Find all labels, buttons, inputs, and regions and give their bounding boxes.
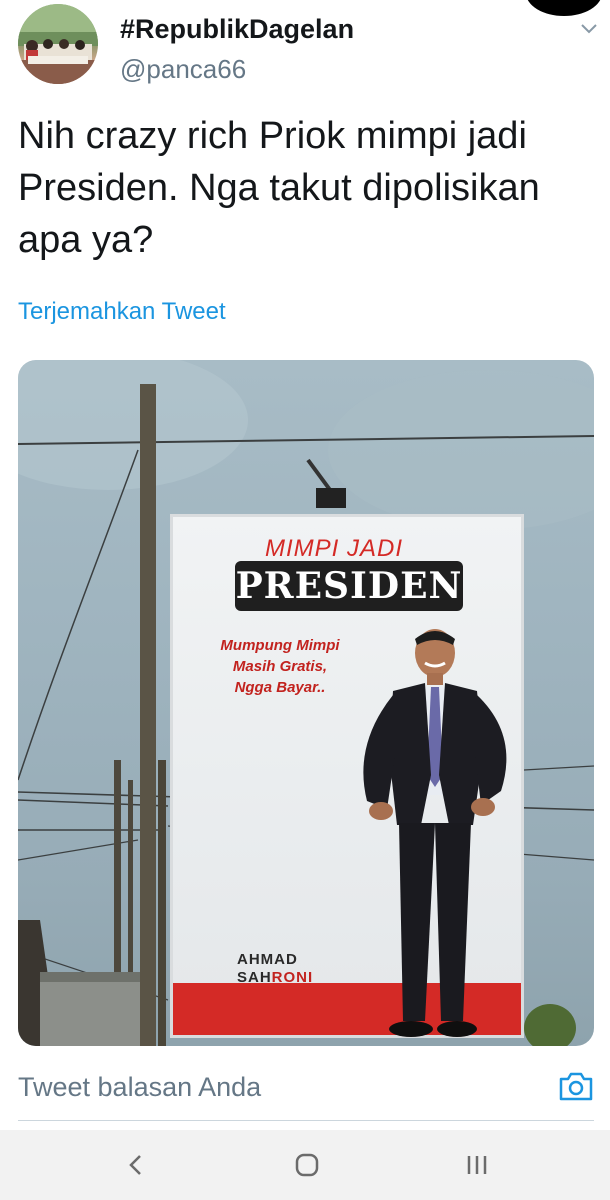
display-name[interactable]: #RepublikDagelan — [120, 14, 354, 45]
reply-bar: Tweet balasan Anda — [0, 1048, 610, 1130]
back-icon[interactable] — [122, 1150, 152, 1180]
billboard-name: AHMAD SAHRONI — [237, 951, 313, 987]
chevron-down-icon[interactable] — [580, 22, 598, 36]
reply-input[interactable]: Tweet balasan Anda — [18, 1072, 261, 1103]
camera-icon[interactable] — [558, 1070, 594, 1102]
translate-tweet-link[interactable]: Terjemahkan Tweet — [18, 298, 226, 326]
avatar[interactable] — [18, 4, 98, 84]
tweet-detail-screen: #RepublikDagelan @panca66 Nih crazy rich… — [0, 0, 610, 1200]
name-last-b: RONI — [271, 969, 314, 986]
tweet-header: #RepublikDagelan @panca66 — [18, 4, 598, 88]
tweet-text: Nih crazy rich Priok mimpi jadi Presiden… — [18, 115, 540, 261]
tweet-image[interactable]: MIMPI JADI PRESIDEN Mumpung Mimpi Masih … — [18, 360, 594, 1046]
divider — [18, 1120, 594, 1121]
user-handle[interactable]: @panca66 — [120, 54, 246, 85]
home-icon[interactable] — [292, 1150, 322, 1180]
name-last-a: SAH — [237, 969, 272, 986]
billboard: MIMPI JADI PRESIDEN Mumpung Mimpi Masih … — [170, 514, 524, 1038]
billboard-headline-top: MIMPI JADI — [265, 535, 404, 562]
recent-apps-icon[interactable] — [462, 1150, 492, 1180]
billboard-headline-main: PRESIDEN — [235, 561, 463, 611]
system-nav-bar — [0, 1130, 610, 1200]
name-last: SAHRONI — [237, 969, 313, 987]
name-first: AHMAD — [237, 951, 298, 968]
person-figure — [363, 629, 507, 1037]
